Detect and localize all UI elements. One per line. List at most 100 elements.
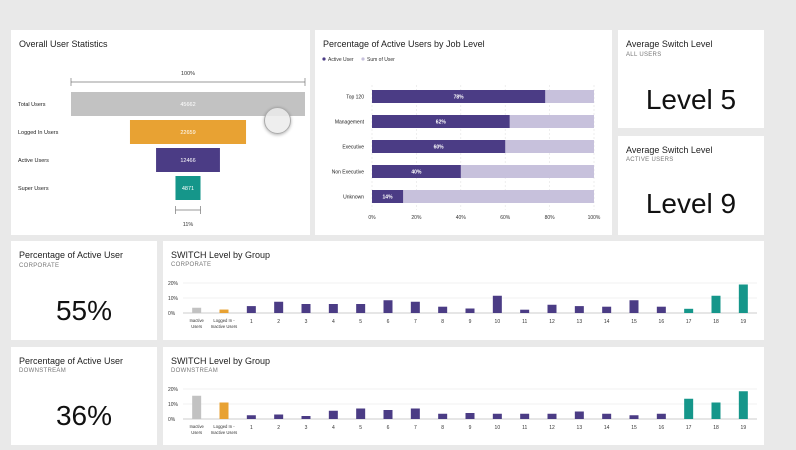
column-bar	[602, 306, 612, 313]
column-bar	[410, 301, 420, 313]
legend-dot-sum	[361, 57, 365, 61]
x-category-label: 14	[604, 425, 610, 431]
y-tick-label: 10%	[168, 296, 179, 302]
y-tick-label: 10%	[168, 402, 179, 408]
card-title: Average Switch Level	[626, 39, 713, 49]
column-bar	[301, 416, 311, 419]
funnel-bar-value: 12466	[180, 158, 195, 164]
column-bar	[356, 408, 366, 419]
x-category-label: 13	[577, 425, 583, 431]
legend-dot-active	[322, 57, 326, 61]
column-bar	[328, 304, 338, 313]
x-tick-label: 0%	[368, 215, 376, 221]
card-title: Percentage of Active User	[19, 250, 124, 260]
column-bar	[438, 306, 448, 313]
y-tick-label: 0%	[168, 417, 176, 423]
x-category-label: 11	[522, 425, 527, 431]
column-bar	[465, 413, 475, 419]
x-category-label: 2	[277, 425, 280, 431]
x-category-label: 8	[441, 425, 444, 431]
column-bar	[711, 402, 721, 419]
column-bar	[356, 304, 366, 313]
column-bar	[684, 398, 694, 419]
column-bar	[301, 304, 311, 313]
x-category-label: 18	[713, 425, 719, 431]
x-category-label: 5	[359, 319, 362, 325]
column-bar	[219, 402, 229, 419]
y-category-label: Top 120	[346, 95, 364, 101]
x-category-label: 12	[549, 425, 555, 431]
x-category-label: 7	[414, 319, 417, 325]
x-category-label: 8	[441, 319, 444, 325]
bar-data-label: 62%	[436, 120, 447, 126]
x-category-label: 17	[686, 425, 692, 431]
x-category-label: 15	[631, 319, 637, 325]
job-level-chart[interactable]: Active User Sum of User 0% 20% 40% 60% 80% 100%…	[315, 30, 612, 235]
funnel-row-label: Active Users	[18, 158, 49, 164]
x-category-label: 9	[469, 319, 472, 325]
job-level-card[interactable]: Percentage of Active Users by Job Level …	[315, 30, 612, 235]
column-bar	[684, 308, 694, 313]
column-bar	[274, 301, 284, 313]
column-bar	[438, 413, 448, 419]
switch-downstream-card[interactable]: SWITCH Level by Group DOWNSTREAM 0% 10% 20…	[163, 347, 764, 445]
bar-sum-of-user	[372, 190, 594, 203]
x-category-label: 5	[359, 425, 362, 431]
funnel-row-label: Logged In Users	[18, 130, 59, 136]
x-category-label: 19	[741, 425, 747, 431]
column-bar	[656, 306, 666, 313]
x-category-label: 10	[495, 425, 501, 431]
x-category-label: 4	[332, 425, 335, 431]
overall-stats-card[interactable]: Overall User Statistics 100% Total Users 4…	[11, 30, 310, 235]
legend-label: Sum of User	[367, 57, 395, 63]
x-category-label: 19	[741, 319, 747, 325]
x-category-label: 11	[522, 319, 527, 325]
pct-active-downstream-card[interactable]: Percentage of Active User DOWNSTREAM 36%	[11, 347, 157, 445]
funnel-chart[interactable]: 100% Total Users 45662 Logged In Users 22659…	[11, 30, 310, 235]
card-subtitle: DOWNSTREAM	[19, 368, 66, 374]
x-tick-label: 20%	[411, 215, 422, 221]
x-category-label: 15	[631, 425, 637, 431]
switch-downstream-chart[interactable]: 0% 10% 20% Inactive Users Logged In -Inactive…	[163, 347, 764, 445]
column-bar	[602, 413, 612, 419]
kpi-value: Level 9	[645, 188, 737, 219]
column-bar	[738, 391, 748, 419]
avg-switch-all-card[interactable]: Average Switch Level ALL USERS Level 5	[618, 30, 764, 128]
column-bar	[246, 306, 256, 313]
x-category-label: 12	[549, 319, 555, 325]
x-category-label: 16	[659, 425, 665, 431]
bar-data-label: 14%	[383, 195, 394, 201]
x-category-label: 6	[387, 319, 390, 325]
mouse-cursor	[264, 107, 291, 134]
card-subtitle: CORPORATE	[19, 263, 60, 269]
column-bar	[410, 408, 420, 419]
column-bar	[492, 413, 502, 419]
y-tick-label: 20%	[168, 281, 179, 287]
column-bar	[328, 410, 338, 419]
x-category-label: Inactive Users	[189, 318, 204, 329]
bar-data-label: 40%	[411, 170, 422, 176]
x-category-label: 3	[305, 425, 308, 431]
funnel-row-label: Total Users	[18, 102, 46, 108]
column-bar	[520, 413, 530, 419]
pct-active-corporate-card[interactable]: Percentage of Active User CORPORATE 55%	[11, 241, 157, 340]
x-category-label: 10	[495, 319, 501, 325]
y-tick-label: 0%	[168, 311, 176, 317]
column-bar	[383, 300, 393, 313]
column-bar	[520, 309, 530, 313]
switch-corporate-card[interactable]: SWITCH Level by Group CORPORATE 0% 10% 20%…	[163, 241, 764, 340]
funnel-bar-value: 4871	[182, 186, 194, 192]
column-bar	[629, 415, 639, 419]
switch-corporate-chart[interactable]: 0% 10% 20% Inactive Users Logged In -Inactive…	[163, 241, 764, 340]
avg-switch-active-card[interactable]: Average Switch Level ACTIVE USERS Level …	[618, 136, 764, 235]
x-category-label: Logged In -Inactive Users	[211, 318, 238, 329]
funnel-bar-value: 22659	[180, 130, 195, 136]
x-category-label: 14	[604, 319, 610, 325]
x-category-label: 9	[469, 425, 472, 431]
column-bar	[711, 295, 721, 313]
column-bar	[246, 415, 256, 419]
column-bar	[219, 309, 229, 313]
funnel-bar-value: 45662	[180, 102, 195, 108]
x-category-label: 2	[277, 319, 280, 325]
column-bar	[547, 413, 557, 419]
